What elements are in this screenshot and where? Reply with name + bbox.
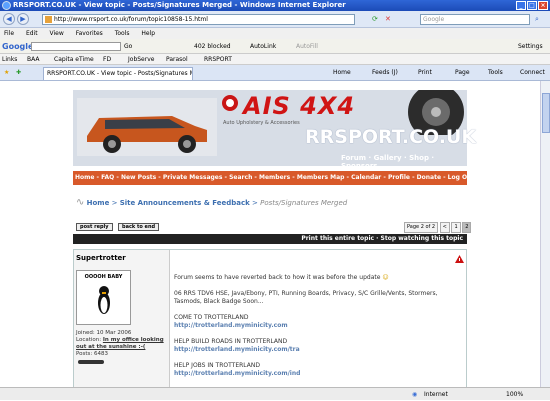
- signature-link-1[interactable]: http://trotterland.myminicity.com: [174, 322, 464, 330]
- page-icon: [45, 16, 52, 23]
- link-capita[interactable]: Capita eTime: [54, 54, 94, 65]
- prev-page[interactable]: <: [439, 222, 450, 233]
- page-count: Page 2 of 2: [404, 222, 439, 233]
- menu-favorites[interactable]: Favorites: [76, 30, 103, 37]
- forum-links[interactable]: Forum · Gallery · Shop · Sponsors: [341, 154, 467, 170]
- links-bar: Links BAA Capita eTime FD JobServe Paras…: [0, 54, 550, 65]
- tyre-logo-icon: [222, 95, 238, 111]
- topic-actions-bar[interactable]: Print this entire topic · Stop watching …: [73, 234, 467, 244]
- add-favorite-icon[interactable]: ✚: [16, 65, 21, 81]
- join-date: Joined: 10 Mar 2006: [76, 330, 132, 336]
- site-logo[interactable]: RRSPORT.CO.UK: [305, 126, 476, 148]
- browser-window: RRSPORT.CO.UK - View topic - Posts/Signa…: [0, 0, 550, 400]
- address-bar: ◀ ▶ http://www.rrsport.co.uk/forum/topic…: [0, 11, 550, 28]
- google-search-input[interactable]: [31, 42, 121, 51]
- ie-icon: [2, 1, 11, 10]
- car-badge-icon: [78, 360, 104, 364]
- smiley-icon: ☺: [382, 274, 389, 281]
- post-reply-button[interactable]: post reply: [76, 223, 113, 231]
- tab-current[interactable]: RRSPORT.CO.UK - View topic - Posts/Signa…: [43, 67, 193, 80]
- feeds-button[interactable]: Feeds (J): [372, 65, 398, 81]
- search-input[interactable]: Google: [420, 14, 530, 25]
- title-bar: RRSPORT.CO.UK - View topic - Posts/Signa…: [0, 0, 550, 11]
- menu-edit[interactable]: Edit: [26, 30, 38, 37]
- zoom-level[interactable]: 100%: [506, 388, 523, 401]
- close-button[interactable]: ×: [538, 1, 548, 10]
- page-button[interactable]: Page: [455, 65, 470, 81]
- globe-icon: ◉: [412, 391, 418, 398]
- popup-blocked-status[interactable]: 402 blocked: [194, 39, 231, 54]
- post-count: Posts: 6483: [76, 351, 108, 357]
- settings-button[interactable]: Settings: [518, 39, 543, 54]
- post-body: Forum seems to have reverted back to how…: [174, 274, 464, 378]
- menu-bar: File Edit View Favorites Tools Help: [0, 28, 550, 39]
- search-icon[interactable]: ⌕: [535, 14, 539, 25]
- link-baa[interactable]: BAA: [27, 54, 40, 65]
- url-field[interactable]: http://www.rrsport.co.uk/forum/topic1085…: [42, 14, 355, 25]
- signature-link-3[interactable]: http://trotterland.myminicity.com/ind: [174, 370, 464, 378]
- stop-icon[interactable]: ✕: [385, 14, 391, 25]
- site-nav[interactable]: Home - FAQ - New Posts - Private Message…: [73, 171, 467, 185]
- site-banner: AIS 4X4 Auto Upholstery & Accessories RR…: [73, 90, 476, 170]
- autolink-button[interactable]: AutoLink: [250, 39, 276, 54]
- post-username[interactable]: Supertrotter: [76, 254, 126, 262]
- scroll-thumb[interactable]: [542, 93, 550, 133]
- menu-file[interactable]: File: [4, 30, 14, 37]
- links-label: Links: [2, 56, 18, 63]
- menu-view[interactable]: View: [50, 30, 64, 37]
- signature-link-2[interactable]: http://trotterland.myminicity.com/tra: [174, 346, 464, 354]
- banner-tagline: Auto Upholstery & Accessories: [223, 120, 300, 126]
- link-fd[interactable]: FD: [103, 54, 111, 65]
- breadcrumb-home[interactable]: Home: [87, 199, 110, 207]
- page-content: AIS 4X4 Auto Upholstery & Accessories RR…: [0, 81, 540, 387]
- signature-car: 06 RRS TDV6 HSE, Java/Ebony, PTI, Runnin…: [174, 290, 438, 305]
- menu-help[interactable]: Help: [141, 30, 155, 37]
- scrollbar[interactable]: [540, 81, 550, 387]
- link-parasol[interactable]: Parasol: [166, 54, 188, 65]
- penguin-icon: [98, 286, 110, 314]
- pagination: Page 2 of 2 < 1 2: [404, 222, 472, 233]
- autofill-button[interactable]: AutoFill: [296, 39, 318, 54]
- zone-label: Internet: [424, 391, 448, 398]
- breadcrumb-topic: Posts/Signatures Merged: [260, 199, 348, 207]
- link-jobserve[interactable]: JobServe: [128, 54, 154, 65]
- author-column: Supertrotter OOOOH BABY Joined: 10 Mar 2…: [74, 250, 170, 387]
- page-1[interactable]: 1: [451, 222, 461, 233]
- menu-tools[interactable]: Tools: [115, 30, 130, 37]
- window-title: RRSPORT.CO.UK - View topic - Posts/Signa…: [13, 1, 346, 9]
- forum-post: Supertrotter OOOOH BABY Joined: 10 Mar 2…: [73, 249, 467, 387]
- google-go-button[interactable]: Go: [124, 39, 132, 54]
- back-to-end-button[interactable]: back to end: [118, 223, 160, 231]
- ais-logo: AIS 4X4: [243, 92, 356, 120]
- breadcrumb: ∿ Home > Site Announcements & Feedback >…: [76, 197, 348, 208]
- connect-button[interactable]: Connect: [520, 65, 545, 81]
- forum-icon: ∿: [76, 197, 85, 208]
- home-button[interactable]: Home: [333, 65, 351, 81]
- refresh-icon[interactable]: ⟳: [372, 14, 378, 25]
- page-2[interactable]: 2: [462, 222, 472, 233]
- google-logo: Google: [2, 42, 34, 51]
- tools-button[interactable]: Tools: [488, 65, 503, 81]
- print-button[interactable]: Print: [418, 65, 432, 81]
- range-rover-image: [77, 98, 217, 156]
- forward-button[interactable]: ▶: [17, 13, 29, 25]
- avatar: OOOOH BABY: [76, 270, 131, 325]
- report-warning-icon[interactable]: [455, 255, 464, 263]
- tab-row: ★ ✚ RRSPORT.CO.UK - View topic - Posts/S…: [0, 65, 550, 81]
- link-rrsport[interactable]: RRSPORT: [204, 54, 232, 65]
- google-toolbar: Google Go 402 blocked AutoLink AutoFill …: [0, 39, 550, 54]
- back-button[interactable]: ◀: [3, 13, 15, 25]
- status-bar: ◉ Internet 100%: [0, 387, 550, 400]
- maximize-button[interactable]: □: [527, 1, 537, 10]
- minimize-button[interactable]: _: [516, 1, 526, 10]
- author-info: Joined: 10 Mar 2006 Location: In my offi…: [76, 330, 169, 369]
- breadcrumb-section[interactable]: Site Announcements & Feedback: [120, 199, 250, 207]
- favorites-star-icon[interactable]: ★: [4, 65, 9, 81]
